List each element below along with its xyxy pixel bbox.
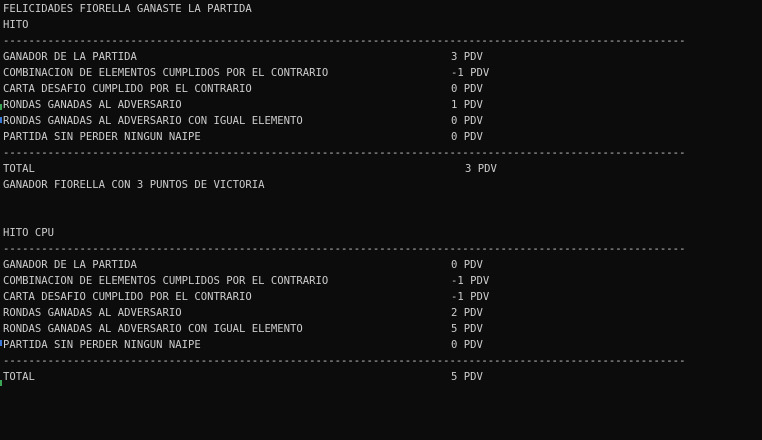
- player-row-label: COMBINACION DE ELEMENTOS CUMPLIDOS POR E…: [3, 67, 329, 79]
- player-row-value: 0 PDV: [451, 115, 483, 127]
- winner-message: GANADOR FIORELLA CON 3 PUNTOS DE VICTORI…: [3, 179, 265, 191]
- edge-marker: [0, 340, 2, 346]
- cpu-row-value: 0 PDV: [451, 259, 483, 271]
- cpu-row-label: GANADOR DE LA PARTIDA: [3, 259, 137, 271]
- player-row-label: PARTIDA SIN PERDER NINGUN NAIPE: [3, 131, 201, 143]
- console-window[interactable]: FELICIDADES FIORELLA GANASTE LA PARTIDA …: [0, 0, 762, 440]
- edge-marker: [0, 117, 2, 123]
- header-message: FELICIDADES FIORELLA GANASTE LA PARTIDA: [3, 3, 252, 15]
- player-row-label: RONDAS GANADAS AL ADVERSARIO CON IGUAL E…: [3, 115, 303, 127]
- vertical-scrollbar[interactable]: [758, 0, 762, 440]
- player-row-label: GANADOR DE LA PARTIDA: [3, 51, 137, 63]
- player-row-label: RONDAS GANADAS AL ADVERSARIO: [3, 99, 182, 111]
- edge-marker: [0, 104, 2, 110]
- cpu-row-label: COMBINACION DE ELEMENTOS CUMPLIDOS POR E…: [3, 275, 329, 287]
- cpu-total-label: TOTAL: [3, 371, 35, 383]
- cpu-row-value: -1 PDV: [451, 291, 490, 303]
- player-row-value: 1 PDV: [451, 99, 483, 111]
- cpu-total-value: 5 PDV: [451, 371, 483, 383]
- player-total-label: TOTAL: [3, 163, 35, 175]
- player-total-value: 3 PDV: [465, 163, 497, 175]
- separator-line: ----------------------------------------…: [3, 243, 686, 255]
- player-row-value: 0 PDV: [451, 131, 483, 143]
- edge-marker: [0, 380, 2, 386]
- cpu-row-label: RONDAS GANADAS AL ADVERSARIO CON IGUAL E…: [3, 323, 303, 335]
- separator-line: ----------------------------------------…: [3, 355, 686, 367]
- cpu-row-label: CARTA DESAFIO CUMPLIDO POR EL CONTRARIO: [3, 291, 252, 303]
- separator-line: ----------------------------------------…: [3, 35, 686, 47]
- player-section-title: HITO: [3, 19, 29, 31]
- cpu-section-title: HITO CPU: [3, 227, 55, 239]
- cpu-row-label: PARTIDA SIN PERDER NINGUN NAIPE: [3, 339, 201, 351]
- cpu-row-label: RONDAS GANADAS AL ADVERSARIO: [3, 307, 182, 319]
- player-row-value: -1 PDV: [451, 67, 490, 79]
- cpu-row-value: 5 PDV: [451, 323, 483, 335]
- cpu-row-value: 0 PDV: [451, 339, 483, 351]
- player-row-value: 0 PDV: [451, 83, 483, 95]
- player-row-label: CARTA DESAFIO CUMPLIDO POR EL CONTRARIO: [3, 83, 252, 95]
- player-row-value: 3 PDV: [451, 51, 483, 63]
- cpu-row-value: -1 PDV: [451, 275, 490, 287]
- separator-line: ----------------------------------------…: [3, 147, 686, 159]
- cpu-row-value: 2 PDV: [451, 307, 483, 319]
